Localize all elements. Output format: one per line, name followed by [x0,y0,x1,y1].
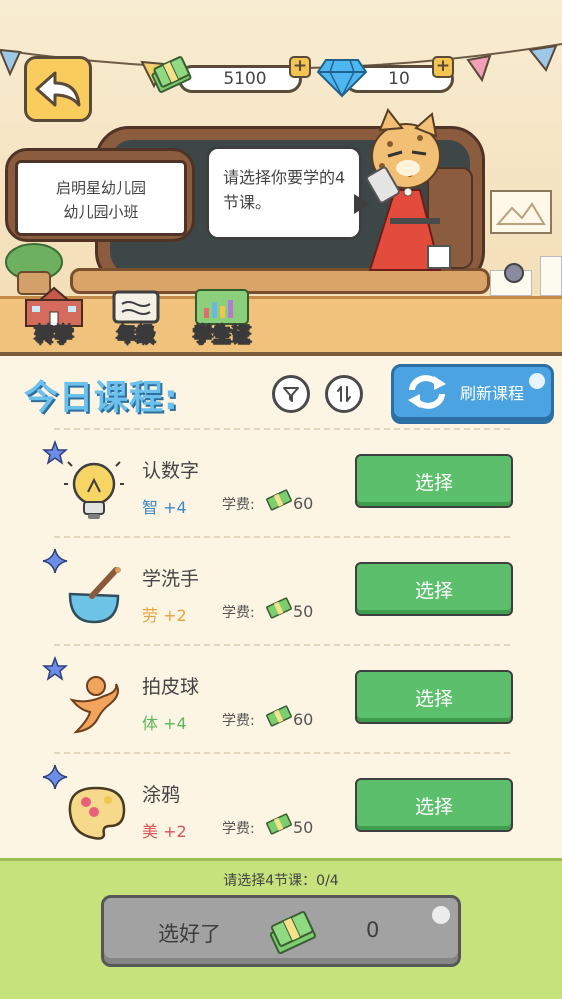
course-row: 涂鸦 美 +2 学费: 50 选择 [0,764,562,872]
confirm-cost: 0 [366,918,380,942]
fee-value: 60 [293,494,314,513]
money-display: 5100 [178,65,302,93]
divider [54,644,510,646]
button-shine [529,373,545,389]
cash-stack-icon [266,813,292,835]
button-shine [432,906,450,924]
cash-stack-icon [151,56,192,93]
nav-label-student-id: 学生证 [193,324,251,347]
course-name: 涂鸦 [142,784,181,806]
nav-label-transfer: 转学 [34,324,73,347]
bottom-bar: 请选择4节课：0/4 选好了 0 [0,858,562,999]
fee-value: 60 [293,710,314,729]
course-name: 认数字 [142,460,200,482]
wall-note [540,256,562,296]
gem-value: 10 [388,69,410,89]
fee-value: 50 [293,818,314,837]
pin-icon [504,263,524,283]
select-course-button[interactable]: 选择 [355,454,513,508]
back-arrow-icon [35,71,81,107]
cash-stack-icon [266,705,292,727]
divider [54,536,510,538]
lightbulb-icon [64,461,124,519]
select-course-button[interactable]: 选择 [355,562,513,616]
class-name: 幼儿园小班 [63,203,139,221]
student-id-button[interactable]: 学生证 [192,286,252,347]
panel-title: 今日课程: [24,378,179,418]
wall-picture [490,190,552,234]
back-button[interactable] [24,56,92,122]
divider [54,428,510,430]
refresh-icon [408,375,446,409]
sort-button[interactable] [325,375,363,413]
nav-label-grade: 年级 [116,324,155,347]
cash-stack-icon [266,489,292,511]
running-person-icon [69,676,119,734]
filter-icon [283,387,299,402]
refresh-label: 刷新课程 [460,384,525,403]
confirm-label: 选好了 [158,922,221,946]
speech-bubble: 请选择你要学的4节课。 [206,146,362,240]
select-course-button[interactable]: 选择 [355,670,513,724]
refresh-courses-button[interactable]: 刷新课程 [391,364,554,420]
fee-value: 50 [293,602,314,621]
grade-button[interactable]: 年级 [108,286,164,347]
fee-label: 学费: [222,497,255,513]
selection-status: 请选择4节课：0/4 [223,873,339,889]
course-attribute: 智 +4 [142,498,187,517]
soap-brush-icon [68,567,121,624]
course-row: 认数字 智 +4 学费: 60 选择 [0,440,562,548]
teacher-character [366,108,473,271]
course-name: 拍皮球 [142,676,200,698]
speech-text: 请选择你要学的4节课。 [223,168,346,212]
confirm-selection-button[interactable]: 选好了 0 [101,895,461,967]
courses-panel: 今日课程: 刷新课程 认数字 智 +4 学费: 60 选择 学洗手 劳 +2 学… [0,352,562,858]
school-info: 启明星幼儿园 幼儿园小班 [15,160,187,236]
add-money-button[interactable]: + [289,56,311,78]
course-row: 拍皮球 体 +4 学费: 60 选择 [0,656,562,764]
fee-label: 学费: [222,821,255,837]
sort-icon [337,386,351,402]
fee-label: 学费: [222,605,255,621]
school-name: 启明星幼儿园 [55,179,146,197]
add-gems-button[interactable]: + [432,56,454,78]
transfer-school-button[interactable]: 转学 [22,286,86,347]
course-row: 学洗手 劳 +2 学费: 50 选择 [0,548,562,656]
course-attribute: 美 +2 [142,822,187,841]
select-course-button[interactable]: 选择 [355,778,513,832]
paint-palette-icon [68,786,126,840]
classroom-scene: 5100 + 10 + 启明星幼儿园 幼儿园小班 请选择你要学的4节课。 转学 … [0,0,562,352]
filter-button[interactable] [272,375,310,413]
fee-label: 学费: [222,713,255,729]
course-name: 学洗手 [142,568,200,590]
course-attribute: 劳 +2 [142,606,187,625]
diamond-icon [316,59,368,98]
cash-stack-icon [269,911,317,954]
speech-bubble-tail [354,194,370,214]
cash-stack-icon [266,597,292,619]
money-value: 5100 [223,69,267,89]
course-attribute: 体 +4 [142,714,187,733]
divider [54,752,510,754]
